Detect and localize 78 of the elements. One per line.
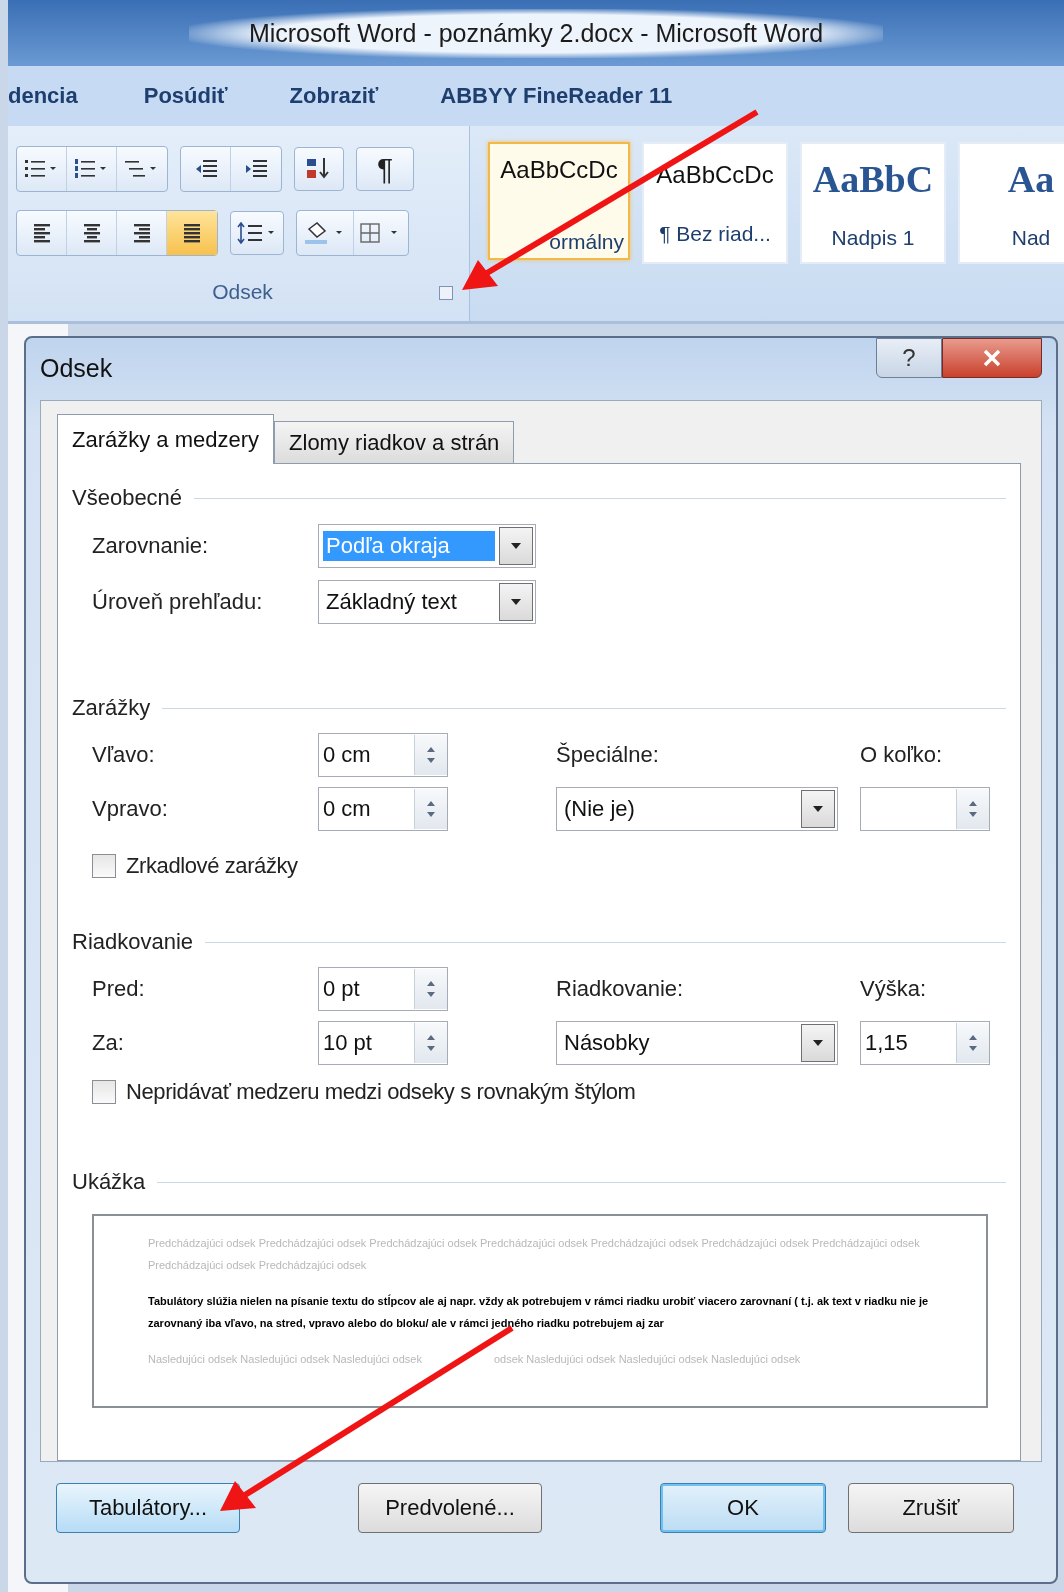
spin-field[interactable] [860, 787, 990, 831]
field-label: Zarovnanie: [92, 533, 210, 559]
preview-text: Nasledujúci odsek Nasledujúci odsek Nasledujúci odsek [148, 1352, 422, 1367]
style-tile[interactable]: AaBbCcDc ¶ Bez riad... [642, 142, 788, 264]
line-spacing-icon [237, 222, 277, 244]
section-heading: Zarážky [72, 695, 151, 721]
spin-arrows-icon [414, 969, 447, 1009]
close-icon [982, 349, 1002, 367]
style-tile[interactable]: AaBbCcDc ormálny [488, 142, 630, 260]
ribbon-tab[interactable]: ABBYY FineReader 11 [440, 83, 673, 109]
group-label: Odsek [212, 280, 273, 304]
sort-icon [306, 157, 332, 181]
field-label: Vľavo: [92, 742, 156, 768]
spin-field[interactable]: 10 pt [318, 1021, 448, 1065]
style-tile[interactable]: AaBbC Nadpis 1 [800, 142, 946, 264]
style-sample: AaBbCcDc [656, 160, 774, 189]
increase-indent-icon [245, 159, 267, 179]
dropdown-field[interactable]: (Nie je) [556, 787, 838, 831]
numbered-list-icon [74, 159, 109, 179]
dialog-title: Odsek [40, 354, 113, 383]
spin-field[interactable]: 1,15 [860, 1021, 990, 1065]
style-sample: AaBbCcDc [500, 156, 618, 184]
ribbon-tab[interactable]: Zobraziť [289, 83, 379, 109]
spin-arrows-icon [956, 789, 989, 829]
dialog-tab[interactable]: Zarážky a medzery [57, 414, 275, 464]
style-name: Nadpis 1 [831, 225, 915, 250]
dialog-button[interactable]: Zrušiť [848, 1483, 1014, 1533]
sort-button[interactable] [294, 147, 344, 191]
ribbon-tab[interactable]: dencia [8, 83, 78, 109]
dialog-button[interactable]: Tabulátory... [56, 1483, 240, 1533]
align-icon [181, 223, 203, 243]
preview-text: Predchádzajúci odsek Predchádzajúci odsek Predchádzajúci odsek Predchádzajúci odsek Predchádzajúci odsek Predchádzajúci odsek Predchádzajúci odsek Predchádzajúci odsek Predchádzajúci odsek [148, 1236, 921, 1273]
dialog-button[interactable]: OK [660, 1483, 826, 1533]
field-label: Za: [92, 1030, 125, 1056]
style-name: ¶ Bez riad... [659, 221, 771, 246]
spin-field[interactable]: 0 pt [318, 967, 448, 1011]
checkbox-label[interactable]: Nepridávať medzeru medzi odseky s rovnakým štýlom [126, 1079, 636, 1105]
field-label: Úroveň prehľadu: [92, 589, 264, 615]
spin-arrows-icon [414, 789, 447, 829]
checkbox[interactable] [92, 1080, 116, 1104]
multilevel-list-icon [125, 159, 159, 179]
field-label: Výška: [860, 976, 928, 1002]
field-label: Riadkovanie: [556, 976, 685, 1002]
dropdown-field[interactable]: Základný text [318, 580, 536, 624]
checkbox[interactable] [92, 854, 116, 878]
dialog-button[interactable]: Predvolené... [358, 1483, 542, 1533]
bullet-list-icon [24, 159, 59, 179]
dialog-launcher-button[interactable] [439, 286, 453, 300]
section-heading: Všeobecné [72, 485, 183, 511]
line-spacing-button[interactable] [230, 211, 284, 255]
decrease-indent-icon [194, 159, 217, 179]
spin-field[interactable]: 0 cm [318, 733, 448, 777]
field-label: Špeciálne: [556, 742, 660, 768]
align-button[interactable] [167, 211, 217, 255]
spin-arrows-icon [414, 1023, 447, 1063]
field-label: O koľko: [860, 742, 944, 768]
dropdown-field[interactable]: Násobky [556, 1021, 838, 1065]
style-sample: AaBbC [812, 156, 934, 201]
style-sample: Aa [1007, 156, 1055, 201]
show-formatting-button[interactable]: ¶ [356, 147, 414, 191]
spin-arrows-icon [956, 1023, 989, 1063]
spin-field[interactable]: 0 cm [318, 787, 448, 831]
field-label: Vpravo: [92, 796, 169, 822]
section-heading: Ukážka [72, 1169, 146, 1195]
help-button[interactable]: ? [876, 338, 942, 378]
window-title: Microsoft Word - poznámky 2.docx - Microsoft Word [248, 18, 824, 47]
style-name: ormálny [549, 230, 624, 254]
preview-text: odsek Nasledujúci odsek Nasledujúci odsek Nasledujúci odsek [493, 1352, 801, 1367]
preview-text: Tabulátory slúžia nielen na písanie textu do stĺpcov ale aj napr. vždy ak potrebujem v rámci riadku urobiť viacero zarovnaní ( t.j. ak text v riadku nie je zarovnaný iba vľavo, na stred, vpravo alebo do bloku/ ale v rámci jedného riadku potrebujem aj zar [148, 1293, 930, 1331]
ribbon-tab[interactable]: Posúdiť [143, 83, 228, 109]
spin-arrows-icon [414, 735, 447, 775]
field-label: Pred: [92, 976, 146, 1002]
close-button[interactable] [942, 338, 1042, 378]
style-name: Nad [1011, 225, 1051, 250]
section-heading: Riadkovanie [72, 929, 194, 955]
dialog-tab[interactable]: Zlomy riadkov a strán [274, 421, 515, 463]
style-tile[interactable]: Aa Nad [958, 142, 1064, 264]
checkbox-label[interactable]: Zrkadlové zarážky [126, 853, 298, 879]
